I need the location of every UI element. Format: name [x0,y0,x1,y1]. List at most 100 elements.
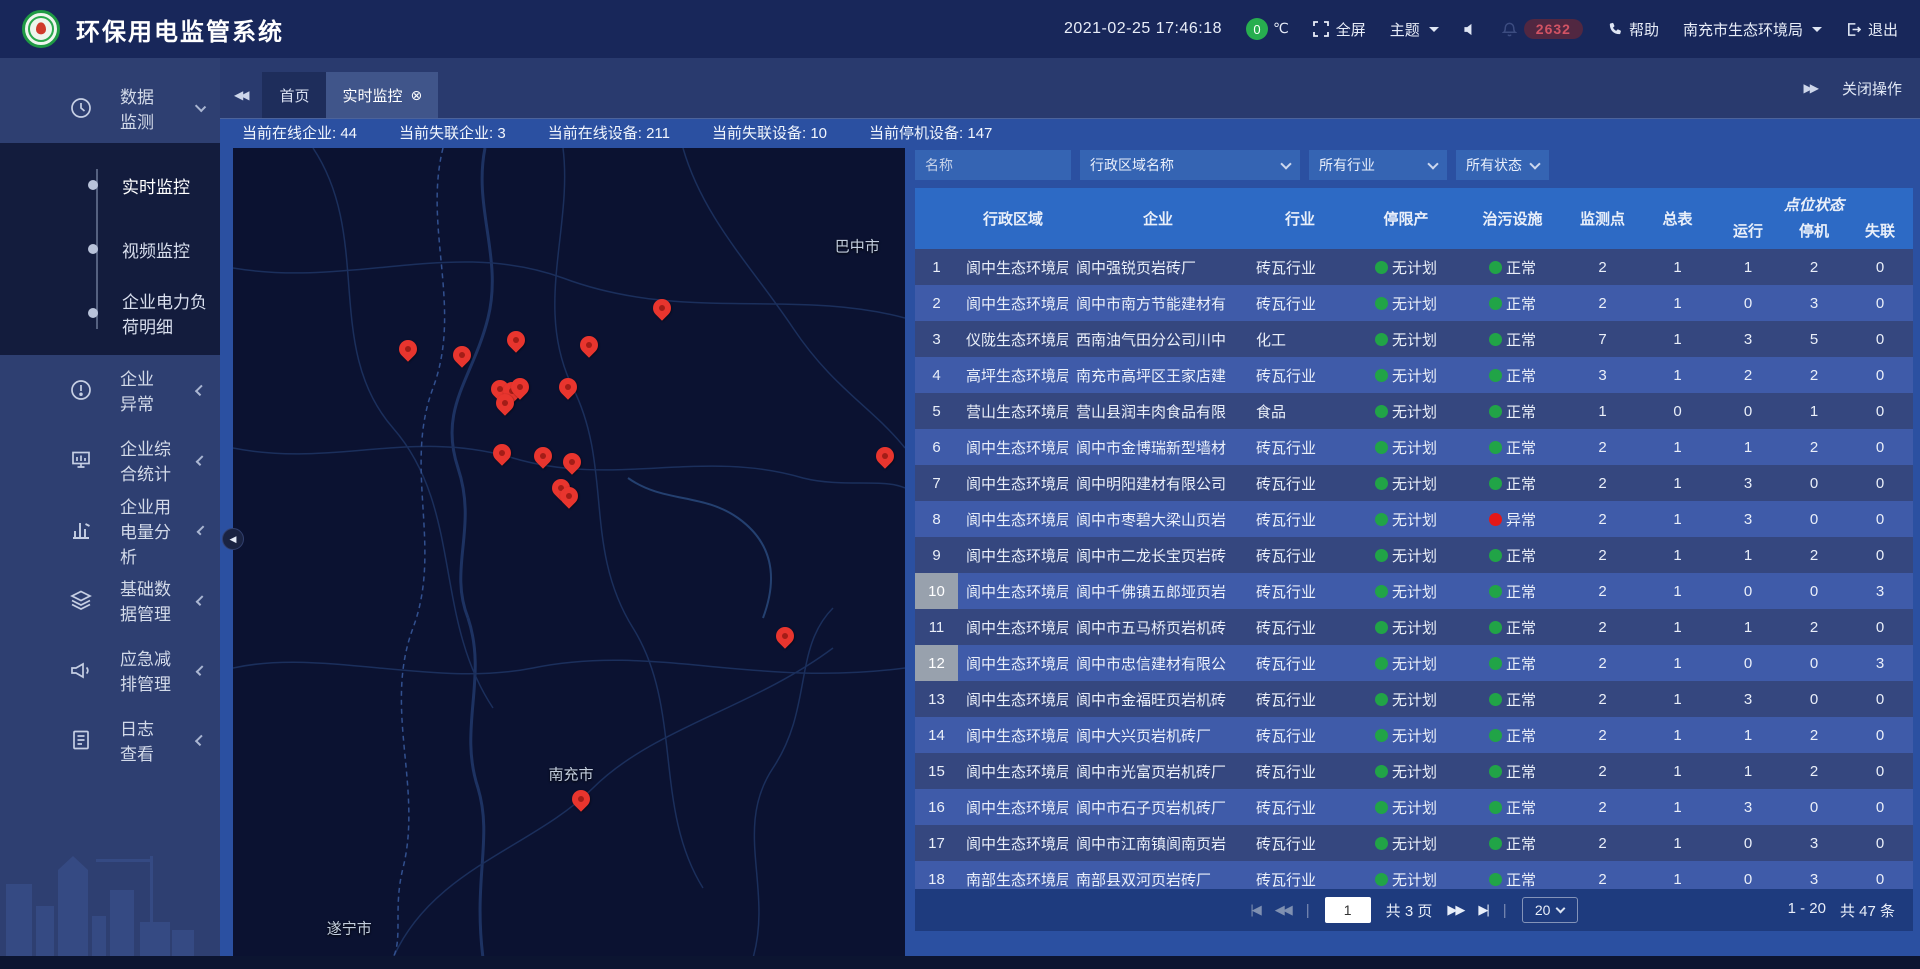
stat-item: 当前在线企业: 44 [242,122,357,143]
table-row[interactable]: 9阆中生态环境局阆中市二龙长宝页岩砖砖瓦行业无计划正常21120 [915,537,1913,573]
cell-lost-count: 0 [1847,537,1913,573]
cell-meter-count: 1 [1640,321,1715,357]
cell-lost-count: 0 [1847,285,1913,321]
cell-limit-status: 无计划 [1352,393,1460,429]
cell-lost-count: 0 [1847,321,1913,357]
cell-monitor-count: 2 [1565,285,1640,321]
cell-lost-count: 0 [1847,501,1913,537]
page-size-select[interactable]: 20 [1522,897,1578,923]
alarm-count-badge: 2632 [1524,19,1583,39]
sidebar-subitem[interactable]: 实时监控 [0,153,220,217]
table-row[interactable]: 6阆中生态环境局阆中市金博瑞新型墙材砖瓦行业无计划正常21120 [915,429,1913,465]
table-row[interactable]: 1阆中生态环境局阆中强锐页岩砖厂砖瓦行业无计划正常21120 [915,249,1913,285]
cell-monitor-count: 1 [1565,393,1640,429]
table-row[interactable]: 11阆中生态环境局阆中市五马桥页岩机砖砖瓦行业无计划正常21120 [915,609,1913,645]
cell-run-count: 0 [1715,573,1781,609]
row-index: 5 [915,393,958,429]
chevron-left-icon [195,734,206,745]
cell-industry: 砖瓦行业 [1248,609,1352,645]
sidebar-item[interactable]: 基础数据管理 [0,565,220,635]
stat-label: 当前失联企业: [399,125,497,142]
cell-stop-count: 3 [1781,285,1847,321]
collapse-map-button[interactable]: ◀ [222,528,244,550]
cell-industry: 砖瓦行业 [1248,825,1352,861]
org-dropdown[interactable]: 南充市生态环境局 [1683,19,1822,40]
cell-facility-status: 正常 [1460,609,1565,645]
col-facility: 治污设施 [1460,188,1565,249]
table-row[interactable]: 7阆中生态环境局阆中明阳建材有限公司砖瓦行业无计划正常21300 [915,465,1913,501]
cell-limit-status: 无计划 [1352,609,1460,645]
status-select[interactable]: 所有状态 [1456,150,1549,180]
table-row[interactable]: 5营山生态环境局营山县润丰肉食品有限食品无计划正常10010 [915,393,1913,429]
cell-run-count: 3 [1715,789,1781,825]
table-row[interactable]: 8阆中生态环境局阆中市枣碧大梁山页岩砖瓦行业无计划异常21300 [915,501,1913,537]
theme-dropdown[interactable]: 主题 [1390,19,1439,40]
cell-company: 阆中市光富页岩机砖厂 [1068,753,1248,789]
temperature-unit: ℃ [1273,20,1289,37]
sidebar-item[interactable]: 应急减排管理 [0,635,220,705]
sidebar-subitem[interactable]: 企业电力负荷明细 [0,281,220,345]
alarm-indicator[interactable]: 2632 [1502,19,1583,39]
row-index: 12 [915,645,958,681]
cell-meter-count: 1 [1640,681,1715,717]
sidebar-subitem[interactable]: 视频监控 [0,217,220,281]
tab-close-icon[interactable]: ⊗ [410,88,422,102]
table-row[interactable]: 12阆中生态环境局阆中市忠信建材有限公砖瓦行业无计划正常21003 [915,645,1913,681]
first-page-icon[interactable]: |◀ [1250,902,1259,918]
sidebar-item[interactable]: 数据监测 [0,73,220,143]
table-row[interactable]: 16阆中生态环境局阆中市石子页岩机砖厂砖瓦行业无计划正常21300 [915,789,1913,825]
table-row[interactable]: 10阆中生态环境局阆中千佛镇五郎垭页岩砖瓦行业无计划正常21003 [915,573,1913,609]
map-canvas[interactable]: 巴中市南充市遂宁市 [233,148,905,956]
fullscreen-button[interactable]: 全屏 [1313,19,1366,40]
close-operations-button[interactable]: 关闭操作 [1842,78,1902,99]
logout-button[interactable]: 退出 [1846,19,1898,40]
tab-首页[interactable]: 首页 [262,72,326,118]
bullet-icon [88,244,98,254]
cell-stop-count: 2 [1781,357,1847,393]
cell-lost-count: 0 [1847,717,1913,753]
cell-stop-count: 0 [1781,501,1847,537]
status-dot [1375,441,1388,454]
cell-facility-status: 异常 [1460,501,1565,537]
page-number-input[interactable] [1325,897,1371,923]
status-dot [1375,261,1388,274]
sidebar-item[interactable]: 企业综合统计 [0,425,220,495]
name-search-input[interactable] [915,150,1071,180]
last-page-icon[interactable]: ▶| [1478,902,1487,918]
col-company: 企业 [1068,188,1248,249]
cell-region: 高坪生态环境局 [958,357,1068,393]
table-row[interactable]: 15阆中生态环境局阆中市光富页岩机砖厂砖瓦行业无计划正常21120 [915,753,1913,789]
cell-lost-count: 0 [1847,249,1913,285]
cell-run-count: 1 [1715,249,1781,285]
speaker-icon [1463,22,1478,37]
sidebar-item[interactable]: 日志查看 [0,705,220,775]
status-dot [1375,765,1388,778]
sidebar-item[interactable]: 企业用电量分析 [0,495,220,565]
volume-button[interactable] [1463,22,1478,37]
table-row[interactable]: 2阆中生态环境局阆中市南方节能建材有砖瓦行业无计划正常21030 [915,285,1913,321]
table-row[interactable]: 13阆中生态环境局阆中市金福旺页岩机砖砖瓦行业无计划正常21300 [915,681,1913,717]
status-summary-bar: 当前在线企业: 44当前失联企业: 3当前在线设备: 211当前失联设备: 10… [220,119,1920,146]
sidebar-item[interactable]: 企业异常 [0,355,220,425]
cell-facility-status: 正常 [1460,645,1565,681]
table-row[interactable]: 3仪陇生态环境局西南油气田分公司川中化工无计划正常71350 [915,321,1913,357]
cell-lost-count: 0 [1847,357,1913,393]
pagination-bar: |◀ ◀◀ | 共 3 页 ▶▶ ▶| | 20 1 [915,889,1913,931]
cell-limit-status: 无计划 [1352,573,1460,609]
tab-实时监控[interactable]: 实时监控⊗ [326,72,438,118]
table-row[interactable]: 4高坪生态环境局南充市高坪区王家店建砖瓦行业无计划正常31220 [915,357,1913,393]
table-row[interactable]: 17阆中生态环境局阆中市江南镇阆南页岩砖瓦行业无计划正常21030 [915,825,1913,861]
region-select[interactable]: 行政区域名称 [1080,150,1300,180]
prev-page-icon[interactable]: ◀◀ [1275,902,1291,918]
tabs-scroll-left-icon[interactable]: ◀◀ [234,88,246,102]
industry-select[interactable]: 所有行业 [1309,150,1447,180]
bullet-icon [88,180,98,190]
tabs-scroll-right-icon[interactable]: ▶▶ [1804,81,1816,95]
table-row[interactable]: 14阆中生态环境局阆中大兴页岩机砖厂砖瓦行业无计划正常21120 [915,717,1913,753]
cell-limit-status: 无计划 [1352,645,1460,681]
help-button[interactable]: 帮助 [1607,19,1659,40]
status-dot [1489,585,1502,598]
cell-facility-status: 正常 [1460,465,1565,501]
status-dot [1375,729,1388,742]
next-page-icon[interactable]: ▶▶ [1447,902,1463,918]
